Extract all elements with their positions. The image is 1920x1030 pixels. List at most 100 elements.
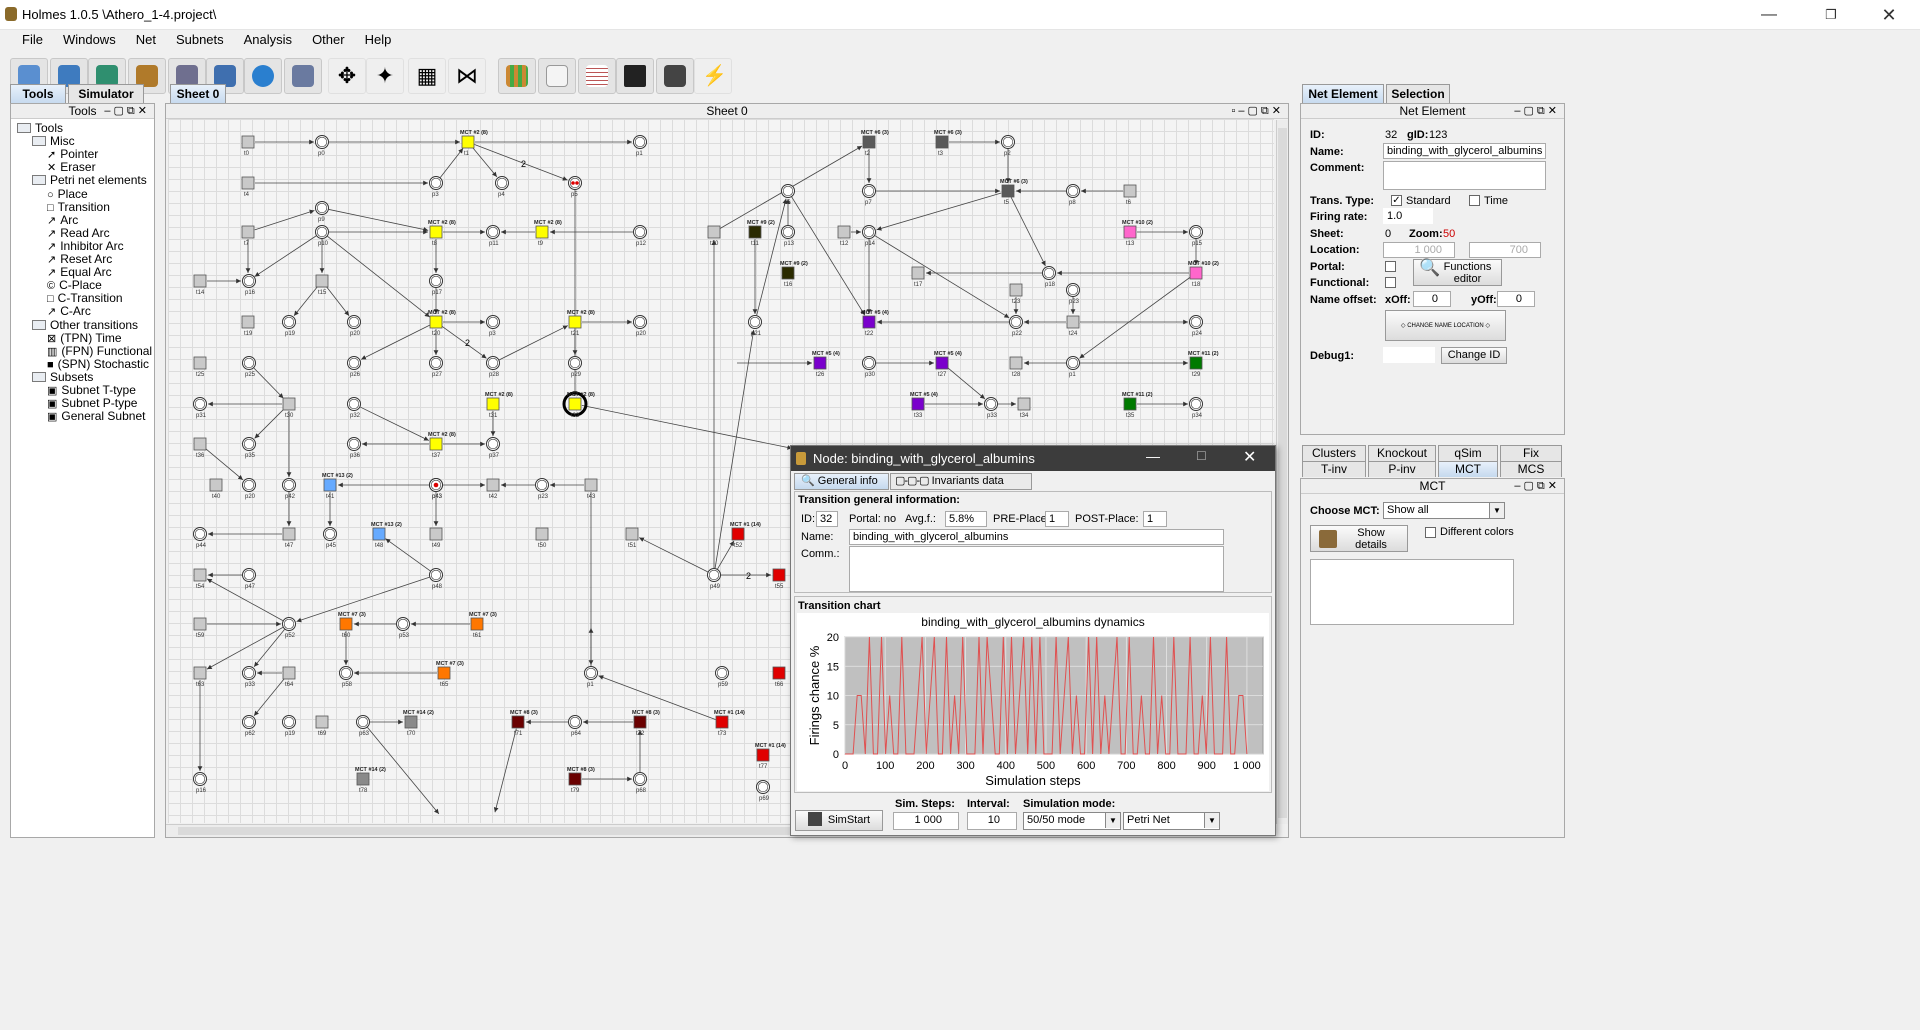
transition-node[interactable] xyxy=(356,772,370,786)
tab-p-inv[interactable]: P-inv xyxy=(1368,461,1436,477)
transition-node[interactable] xyxy=(193,666,207,680)
transition-node[interactable] xyxy=(1189,356,1203,370)
transition-node[interactable] xyxy=(429,315,443,329)
transition-node[interactable] xyxy=(862,135,876,149)
tree-item-general-subnet[interactable]: ▣ General Subnet xyxy=(47,409,145,423)
yoff-field[interactable]: 0 xyxy=(1497,291,1535,307)
transition-node[interactable] xyxy=(707,225,721,239)
transition-node[interactable] xyxy=(339,617,353,631)
tree-item-fpn-functional[interactable]: ▥ (FPN) Functional xyxy=(47,344,152,358)
list-button[interactable] xyxy=(578,58,616,94)
pre-place-field[interactable]: 1 xyxy=(1045,511,1069,527)
transition-node[interactable] xyxy=(1001,184,1015,198)
ne-firing-field[interactable]: 1.0 xyxy=(1383,208,1433,224)
tree-item-reset-arc[interactable]: ↗ Reset Arc xyxy=(47,252,112,266)
tree-item-place[interactable]: ○ Place xyxy=(47,187,88,201)
ne-name-field[interactable]: binding_with_glycerol_albumins xyxy=(1383,143,1546,159)
choose-mct-select[interactable]: Show all ▼ xyxy=(1383,502,1505,519)
tree-item-c-transition[interactable]: □ C-Transition xyxy=(47,291,123,305)
sim-steps-field[interactable]: 1 000 xyxy=(893,812,959,830)
transition-node[interactable] xyxy=(241,176,255,190)
transition-node[interactable] xyxy=(781,266,795,280)
transition-node[interactable] xyxy=(1009,356,1023,370)
signal-button[interactable]: ⚡ xyxy=(694,58,732,94)
transition-node[interactable] xyxy=(715,715,729,729)
transition-node[interactable] xyxy=(535,527,549,541)
tree-item-tools[interactable]: Tools xyxy=(17,121,63,135)
tree-item-eraser[interactable]: ✕ Eraser xyxy=(47,160,96,174)
transition-node[interactable] xyxy=(209,478,223,492)
grid-button[interactable]: ▦ xyxy=(408,58,446,94)
center-arrows-button[interactable]: ✦ xyxy=(366,58,404,94)
transition-node[interactable] xyxy=(633,715,647,729)
transition-node[interactable] xyxy=(772,666,786,680)
transition-node[interactable] xyxy=(731,527,745,541)
net-type-select[interactable]: Petri Net ▼ xyxy=(1123,812,1220,830)
transition-node[interactable] xyxy=(193,437,207,451)
transition-node[interactable] xyxy=(813,356,827,370)
trash-button[interactable] xyxy=(284,58,322,94)
tab-general-info[interactable]: 🔍 General info xyxy=(794,473,889,490)
dialog-minimize-icon[interactable]: — xyxy=(1146,448,1160,464)
tab-invariants-data[interactable]: ▢-▢-▢ Invariants data xyxy=(890,473,1032,490)
portal-checkbox[interactable] xyxy=(1385,261,1396,272)
tab-selection[interactable]: Selection xyxy=(1386,84,1450,104)
tree-item-inhibitor-arc[interactable]: ↗ Inhibitor Arc xyxy=(47,239,124,253)
transition-node[interactable] xyxy=(862,315,876,329)
transition-node[interactable] xyxy=(568,315,582,329)
transition-node[interactable] xyxy=(837,225,851,239)
transition-node[interactable] xyxy=(772,568,786,582)
debug-field[interactable] xyxy=(1383,347,1435,363)
transition-node[interactable] xyxy=(461,135,475,149)
id-field[interactable]: 32 xyxy=(816,511,838,527)
transition-node[interactable] xyxy=(315,715,329,729)
place-token[interactable] xyxy=(571,181,575,185)
close-icon[interactable]: ✕ xyxy=(1866,2,1912,28)
transition-node[interactable] xyxy=(404,715,418,729)
document-button[interactable] xyxy=(538,58,576,94)
transition-node[interactable] xyxy=(625,527,639,541)
menu-net[interactable]: Net xyxy=(136,30,156,50)
transition-node[interactable] xyxy=(193,568,207,582)
tab-simulator[interactable]: Simulator xyxy=(68,84,144,104)
transition-node[interactable] xyxy=(1123,397,1137,411)
interval-field[interactable]: 10 xyxy=(967,812,1017,830)
transition-node[interactable] xyxy=(282,666,296,680)
transition-node[interactable] xyxy=(1066,315,1080,329)
transition-node[interactable] xyxy=(511,715,525,729)
transition-node[interactable] xyxy=(241,225,255,239)
functions-editor-button[interactable]: 🔍 Functions editor xyxy=(1413,259,1502,286)
tab-tools[interactable]: Tools xyxy=(10,84,66,104)
tree-item-read-arc[interactable]: ↗ Read Arc xyxy=(47,226,110,240)
menu-analysis[interactable]: Analysis xyxy=(244,30,292,50)
transition-node[interactable] xyxy=(429,527,443,541)
transition-node[interactable] xyxy=(911,397,925,411)
tab-net-element[interactable]: Net Element xyxy=(1302,84,1384,104)
transition-node[interactable] xyxy=(437,666,451,680)
transition-node[interactable] xyxy=(1017,397,1031,411)
tree-item-equal-arc[interactable]: ↗ Equal Arc xyxy=(47,265,112,279)
transition-node[interactable] xyxy=(315,274,329,288)
tree-item-arc[interactable]: ↗ Arc xyxy=(47,213,78,227)
tab-mct[interactable]: MCT xyxy=(1438,461,1498,477)
comment-field[interactable] xyxy=(849,546,1224,592)
move-arrows-button[interactable]: ✥ xyxy=(328,58,366,94)
dialog-maximize-icon[interactable]: ☐ xyxy=(1196,449,1207,463)
transition-node[interactable] xyxy=(935,135,949,149)
clean-button[interactable] xyxy=(656,58,694,94)
transition-node[interactable] xyxy=(193,356,207,370)
transition-node[interactable] xyxy=(1123,225,1137,239)
menu-other[interactable]: Other xyxy=(312,30,345,50)
transition-node[interactable] xyxy=(584,478,598,492)
transition-node[interactable] xyxy=(323,478,337,492)
transition-node[interactable] xyxy=(911,266,925,280)
tree-item-tpn-time[interactable]: ⊠ (TPN) Time xyxy=(47,331,122,345)
transition-node[interactable] xyxy=(1123,184,1137,198)
vertical-scrollbar[interactable] xyxy=(1276,120,1288,824)
panel-controls-icon[interactable]: –▢⧉✕ xyxy=(104,104,150,119)
tree-item-c-place[interactable]: © C-Place xyxy=(47,278,102,292)
dialog-close-icon[interactable]: ✕ xyxy=(1243,447,1256,467)
tree-item-subsets[interactable]: Subsets xyxy=(32,370,93,384)
tab-mcs[interactable]: MCS xyxy=(1500,461,1562,477)
menu-file[interactable]: File xyxy=(22,30,43,50)
